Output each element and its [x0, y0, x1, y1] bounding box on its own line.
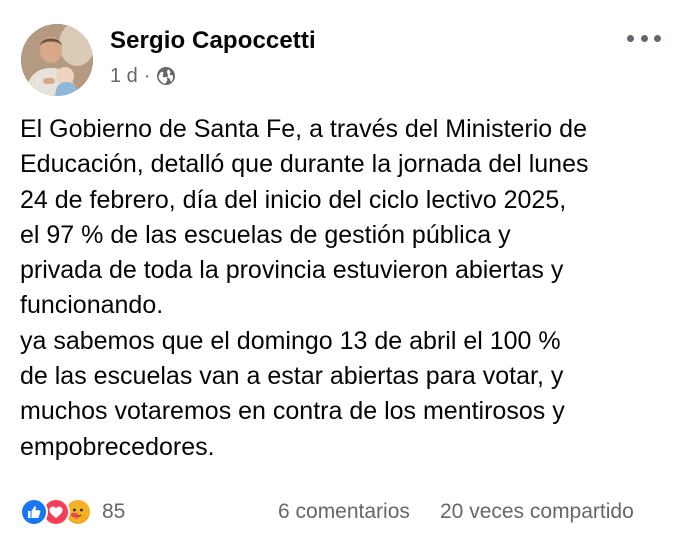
avatar-photo — [21, 24, 93, 96]
body-line: El Gobierno de Santa Fe, a través del Mi… — [20, 115, 587, 143]
body-line: muchos votaremos en contra de los mentir… — [20, 397, 565, 426]
body-line: ya sabemos que el domingo 13 de abril el… — [20, 326, 561, 355]
body-line: funcionando. — [20, 291, 164, 320]
reactions-summary[interactable]: 85 — [20, 498, 125, 526]
reaction-count: 85 — [102, 500, 126, 523]
body-line: privada de toda la provincia estuvieron … — [20, 256, 564, 285]
more-horizontal-icon — [627, 34, 634, 42]
body-line: Educación, detalló que durante la jornad… — [20, 150, 589, 179]
author-name[interactable]: Sergio Capoccetti — [110, 27, 316, 55]
post-footer: 85 6 comentarios 20 veces compartido — [0, 494, 680, 528]
shares-count-link[interactable]: 20 veces compartido — [440, 500, 634, 524]
post-meta: 1 d · — [110, 64, 176, 88]
facebook-post: Sergio Capoccetti 1 d · El Gobierno de S… — [0, 0, 680, 553]
like-icon — [20, 498, 48, 526]
post-body: El Gobierno de Santa Fe, a través del Mi… — [20, 112, 670, 465]
more-horizontal-icon — [640, 34, 648, 42]
comments-count-link[interactable]: 6 comentarios — [278, 500, 410, 524]
avatar[interactable] — [21, 24, 93, 96]
body-line: empobrecedores. — [20, 432, 215, 461]
globe-icon[interactable] — [156, 66, 176, 86]
more-options-button[interactable] — [624, 28, 664, 48]
body-line: de las escuelas van a estar abiertas par… — [20, 362, 564, 391]
more-horizontal-icon — [654, 34, 661, 42]
body-line: 24 de febrero, día del inicio del ciclo … — [20, 185, 567, 214]
post-timestamp[interactable]: 1 d — [110, 65, 138, 88]
body-line: el 97 % de las escuelas de gestión públi… — [20, 220, 511, 249]
meta-separator: · — [143, 65, 151, 87]
